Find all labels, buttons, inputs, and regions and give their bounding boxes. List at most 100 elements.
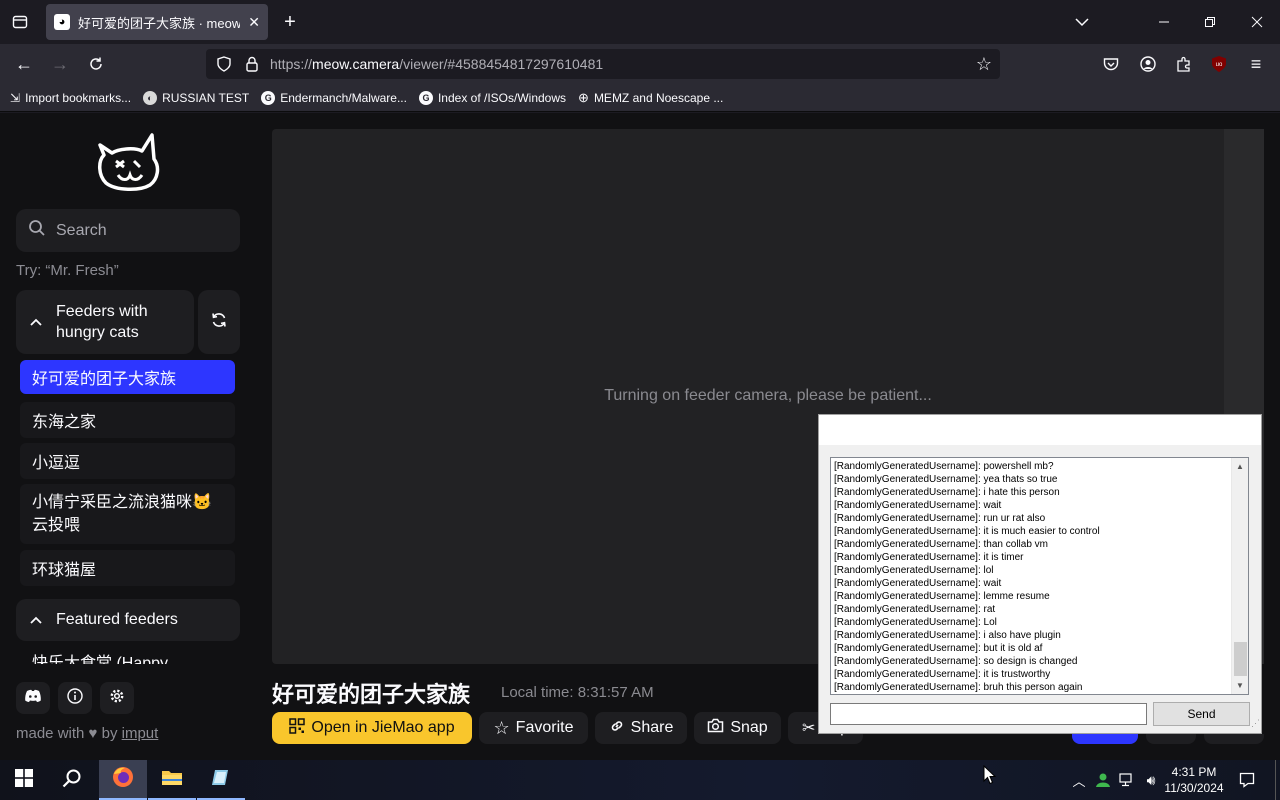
settings-button[interactable] (100, 682, 134, 714)
scroll-up-icon[interactable]: ▲ (1236, 462, 1244, 471)
close-tab-icon[interactable]: ✕ (248, 14, 260, 31)
lock-icon[interactable] (242, 54, 262, 74)
about-button[interactable] (58, 682, 92, 714)
refresh-button[interactable] (198, 290, 240, 354)
chat-message: [RandomlyGeneratedUsername]: but it is o… (834, 643, 1043, 654)
url-domain: meow.camera (312, 56, 400, 72)
forward-arrow-icon[interactable]: → (48, 53, 72, 75)
camera-status-message: Turning on feeder camera, please be pati… (604, 387, 932, 404)
discord-button[interactable] (16, 682, 50, 714)
tab-list-icon[interactable] (8, 12, 32, 32)
feeder-item[interactable]: 小倩宁采臣之流浪猫咪🐱云投喂 (20, 484, 235, 544)
section-title: Feeders with hungry cats (56, 303, 148, 341)
feeder-item[interactable]: 东海之家 (20, 402, 235, 438)
bookmark-star-icon[interactable]: ☆ (973, 54, 995, 74)
list-all-tabs-icon[interactable] (1070, 11, 1094, 33)
network-tray-icon[interactable] (1116, 760, 1138, 800)
close-window-icon[interactable] (1245, 11, 1269, 33)
feeder-item-active[interactable]: 好可爱的团子大家族 (20, 360, 235, 394)
people-tray-icon[interactable] (1092, 760, 1114, 800)
hidden-control-button[interactable] (1072, 734, 1138, 744)
shield-icon[interactable] (214, 54, 234, 74)
new-tab-icon[interactable]: + (278, 11, 302, 33)
google-icon: G (261, 90, 276, 105)
favorite-button[interactable]: ☆ Favorite (479, 712, 588, 744)
scroll-down-icon[interactable]: ▼ (1236, 681, 1244, 690)
chat-log[interactable]: [RandomlyGeneratedUsername]: powershell … (830, 457, 1249, 695)
send-button[interactable]: Send (1153, 702, 1250, 726)
camera-icon (707, 718, 724, 738)
bookmark-label: MEMZ and Noescape ... (593, 90, 724, 105)
link-icon (609, 718, 625, 739)
feeder-label: 东海之家 (32, 414, 97, 431)
bookmark-import[interactable]: ⇲ Import bookmarks... (10, 91, 131, 105)
extensions-puzzle-icon[interactable] (1173, 53, 1195, 75)
chat-message: [RandomlyGeneratedUsername]: rat (834, 604, 996, 615)
button-label: Open in JieMao app (311, 719, 455, 736)
feeder-item[interactable]: 环球猫屋 (20, 550, 235, 586)
bookmark-russian-test[interactable]: ◐ RUSSIAN TEST (143, 90, 249, 105)
minimize-window-icon[interactable] (1152, 11, 1176, 33)
chat-message: [RandomlyGeneratedUsername]: i also have… (834, 630, 1061, 641)
chat-message: [RandomlyGeneratedUsername]: wait (834, 500, 1002, 511)
chat-message: [RandomlyGeneratedUsername]: lemme resum… (834, 591, 1050, 602)
featured-feeder-item[interactable]: 快乐大食堂 (Happy (20, 648, 235, 665)
search-hint: Try: “Mr. Fresh” (16, 262, 119, 279)
chat-message: [RandomlyGeneratedUsername]: Lol (834, 617, 997, 628)
share-button[interactable]: Share (595, 712, 687, 744)
globe-icon: ◐ (143, 90, 158, 105)
snap-button[interactable]: Snap (694, 712, 781, 744)
bookmark-label: Endermanch/Malware... (280, 90, 407, 105)
qr-code-icon (289, 717, 306, 739)
chat-message: [RandomlyGeneratedUsername]: bruh this p… (834, 682, 1083, 693)
chat-scrollbar[interactable]: ▲ ▼ (1231, 458, 1248, 694)
folder-icon (161, 768, 183, 791)
gear-icon (109, 688, 125, 709)
notepad-taskbar-button[interactable] (197, 760, 245, 800)
bookmark-endermanch[interactable]: G Endermanch/Malware... (261, 90, 407, 105)
taskbar-clock[interactable]: 4:31 PM 11/30/2024 (1160, 764, 1228, 796)
feeder-label: 小逗逗 (32, 455, 81, 472)
file-explorer-taskbar-button[interactable] (148, 760, 196, 800)
firefox-taskbar-button[interactable] (99, 760, 147, 800)
hidden-control-button[interactable] (1204, 734, 1264, 744)
back-arrow-icon[interactable]: ← (12, 53, 36, 75)
tab-meow-camera[interactable]: ◕ 好可爱的团子大家族 · meow.ca ✕ (46, 4, 268, 40)
scrollbar-thumb[interactable] (1234, 642, 1247, 676)
feeder-item[interactable]: 小逗逗 (20, 443, 235, 479)
notifications-icon[interactable] (1232, 760, 1262, 800)
volume-tray-icon[interactable]: 🔊︎ (1140, 760, 1162, 800)
resize-grip-icon[interactable]: ⋰ (1251, 718, 1261, 732)
start-button[interactable] (0, 760, 48, 800)
pocket-icon[interactable] (1100, 53, 1122, 75)
discord-icon (24, 689, 42, 708)
ublock-origin-icon[interactable]: uo (1209, 54, 1229, 74)
search-taskbar-button[interactable] (48, 760, 96, 800)
author-link[interactable]: imput (122, 725, 159, 742)
chat-window-header[interactable] (819, 415, 1261, 445)
show-hidden-icons-chevron-icon[interactable]: ︿ (1068, 760, 1090, 800)
button-label: Share (630, 719, 674, 736)
account-icon[interactable] (1137, 53, 1159, 75)
hungry-feeders-section-toggle[interactable]: Feeders with hungry cats (16, 290, 194, 354)
url-text[interactable]: https://meow.camera/viewer/#458845481729… (270, 56, 603, 72)
restore-window-icon[interactable] (1198, 11, 1222, 33)
bookmark-memz[interactable]: ⊕ MEMZ and Noescape ... (578, 90, 723, 106)
hidden-control-button[interactable] (1146, 734, 1196, 744)
bookmark-isos-windows[interactable]: G Index of /ISOs/Windows (418, 90, 566, 105)
hamburger-menu-icon[interactable]: ≡ (1245, 53, 1267, 75)
feeder-label: 好可爱的团子大家族 (32, 371, 177, 388)
search-input[interactable]: Search (16, 209, 240, 252)
show-desktop-button[interactable] (1275, 760, 1280, 800)
globe-icon: ⊕ (578, 89, 589, 105)
button-label: Snap (730, 719, 768, 736)
chat-message-input[interactable] (830, 703, 1147, 725)
open-in-app-button[interactable]: Open in JieMao app (272, 712, 472, 744)
search-placeholder: Search (56, 221, 107, 239)
meow-camera-logo[interactable] (94, 131, 162, 193)
url-prefix: https:// (270, 56, 313, 72)
heart-icon: ♥ (88, 725, 98, 742)
reload-icon[interactable] (84, 53, 108, 75)
featured-feeders-section-toggle[interactable]: Featured feeders (16, 599, 240, 641)
mouse-cursor-icon (983, 764, 997, 785)
